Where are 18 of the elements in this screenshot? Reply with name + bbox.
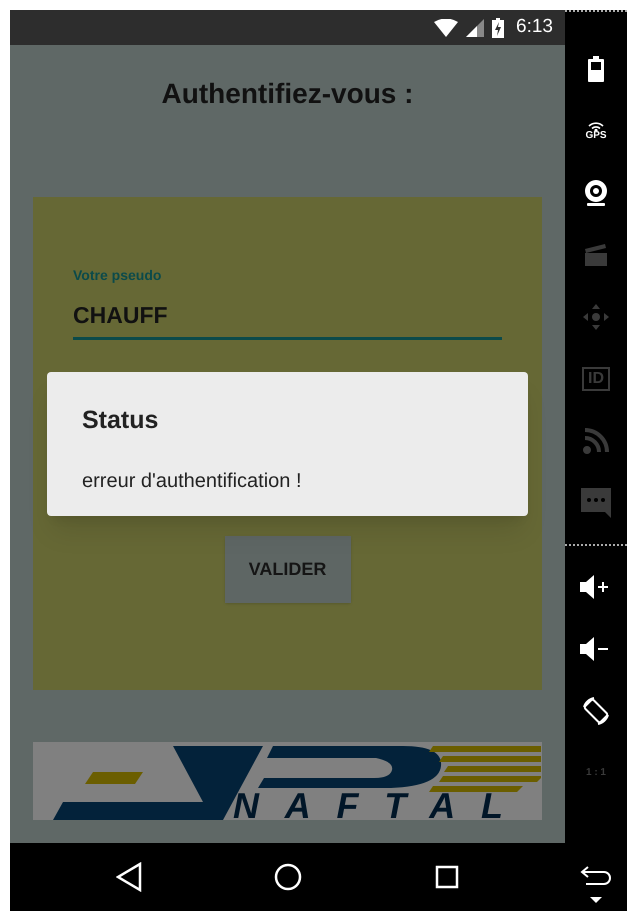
caret-icon[interactable]: [590, 897, 602, 903]
wifi-icon: [434, 18, 458, 36]
dialog-title: Status: [82, 405, 160, 436]
rotate-icon[interactable]: [580, 695, 612, 727]
dialog-message: erreur d'authentification !: [82, 468, 303, 494]
logo-drawing: NAFTAL: [33, 742, 542, 820]
webcam-icon[interactable]: [583, 179, 609, 207]
battery-icon[interactable]: [588, 56, 604, 82]
clock-time: 6:13: [516, 15, 553, 40]
validate-button[interactable]: VALIDER: [224, 536, 350, 602]
battery-charging-icon: [492, 18, 504, 38]
home-icon[interactable]: [274, 863, 302, 891]
page-title: Authentifiez-vous :: [162, 76, 414, 110]
username-field[interactable]: Votre pseudo CHAUFF: [73, 265, 502, 340]
back-icon[interactable]: [116, 862, 142, 892]
signal-icon: [466, 18, 484, 36]
recents-icon[interactable]: [434, 865, 459, 889]
return-icon[interactable]: [580, 865, 612, 885]
